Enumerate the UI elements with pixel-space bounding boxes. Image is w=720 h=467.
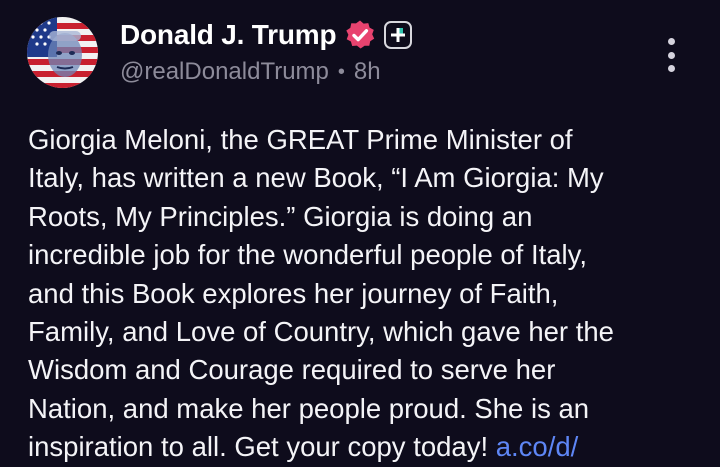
post-body: Giorgia Meloni, the GREAT Prime Minister… bbox=[28, 121, 708, 467]
more-dot bbox=[667, 65, 675, 72]
author-name[interactable]: Donald J. Trump bbox=[120, 19, 337, 51]
more-dot bbox=[667, 51, 675, 59]
avatar-image bbox=[27, 17, 98, 88]
author-handle[interactable]: @realDonaldTrump bbox=[120, 58, 329, 86]
post-text: Giorgia Meloni, the GREAT Prime Minister… bbox=[28, 124, 614, 463]
verified-badge-icon bbox=[344, 19, 376, 51]
plus-icon[interactable] bbox=[384, 21, 413, 49]
author-row: Donald J. Trump bbox=[120, 14, 413, 56]
meta-row: @realDonaldTrump • 8h bbox=[120, 56, 381, 88]
avatar[interactable] bbox=[27, 17, 98, 88]
more-options-icon[interactable] bbox=[660, 38, 682, 72]
post-timestamp[interactable]: 8h bbox=[354, 58, 381, 86]
meta-separator: • bbox=[337, 60, 345, 83]
more-dot bbox=[667, 38, 675, 45]
